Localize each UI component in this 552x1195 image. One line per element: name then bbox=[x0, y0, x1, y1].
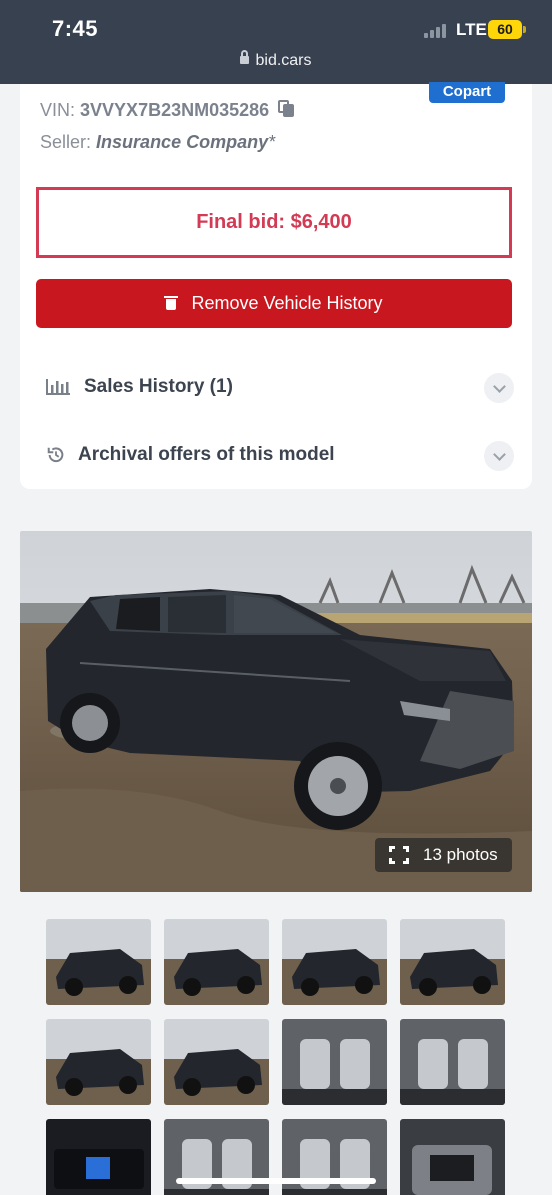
car-front-right-photo[interactable] bbox=[400, 919, 505, 1005]
car-rear-photo[interactable] bbox=[164, 1019, 269, 1105]
auction-badge[interactable]: Copart bbox=[429, 82, 505, 103]
car-rear-left-photo[interactable] bbox=[164, 919, 269, 1005]
interior-dashboard-photo[interactable] bbox=[400, 1019, 505, 1105]
car-front-left-photo[interactable] bbox=[46, 919, 151, 1005]
sales-history-label: Sales History (1) bbox=[84, 376, 233, 397]
seller-label: Seller: bbox=[40, 132, 92, 152]
home-indicator bbox=[176, 1178, 376, 1184]
bar-chart-icon bbox=[46, 379, 70, 395]
remove-history-button[interactable]: Remove Vehicle History bbox=[36, 279, 512, 328]
car-rear-left-photo[interactable] bbox=[282, 919, 387, 1005]
photo-count-text: 13 photos bbox=[423, 845, 498, 864]
vin-row: VIN: 3VVYX7B23NM035286 bbox=[40, 98, 296, 121]
trash-icon bbox=[164, 296, 179, 310]
lot-info-card: Copart VIN: 3VVYX7B23NM035286 Seller: In… bbox=[20, 82, 532, 489]
photo-count-badge[interactable]: 13 photos bbox=[375, 838, 512, 872]
copy-icon[interactable] bbox=[278, 100, 296, 118]
address-bar[interactable]: bid.cars bbox=[0, 50, 552, 70]
interior-front-seats-photo[interactable] bbox=[282, 1019, 387, 1105]
engine-bay-photo[interactable] bbox=[400, 1119, 505, 1195]
chevron-down-icon[interactable] bbox=[484, 373, 514, 403]
network-type: LTE bbox=[456, 20, 487, 39]
sales-history-accordion[interactable]: Sales History (1) bbox=[20, 368, 532, 408]
chevron-down-icon[interactable] bbox=[484, 441, 514, 471]
instrument-cluster-photo[interactable] bbox=[46, 1119, 151, 1195]
archival-offers-accordion[interactable]: Archival offers of this model bbox=[20, 436, 532, 476]
status-time: 7:45 bbox=[52, 16, 99, 41]
fullscreen-icon bbox=[389, 846, 409, 864]
seller-value: Insurance Company bbox=[96, 132, 269, 152]
vin-value: 3VVYX7B23NM035286 bbox=[80, 100, 270, 120]
remove-history-label: Remove Vehicle History bbox=[191, 293, 383, 313]
history-icon bbox=[47, 447, 64, 463]
seller-row: Seller: Insurance Company* bbox=[40, 132, 275, 153]
browser-header: 7:45 LTE 60 bid.cars bbox=[0, 0, 552, 84]
final-bid-box: Final bid: $6,400 bbox=[36, 187, 512, 258]
seller-mark: * bbox=[268, 132, 276, 152]
car-front-damage-photo[interactable] bbox=[46, 1019, 151, 1105]
archival-offers-label: Archival offers of this model bbox=[78, 444, 335, 465]
signal-icon bbox=[424, 22, 446, 38]
vin-label: VIN: bbox=[40, 100, 76, 120]
lock-icon bbox=[240, 50, 250, 64]
battery-icon: 60 bbox=[488, 20, 526, 39]
url-text: bid.cars bbox=[255, 52, 312, 69]
